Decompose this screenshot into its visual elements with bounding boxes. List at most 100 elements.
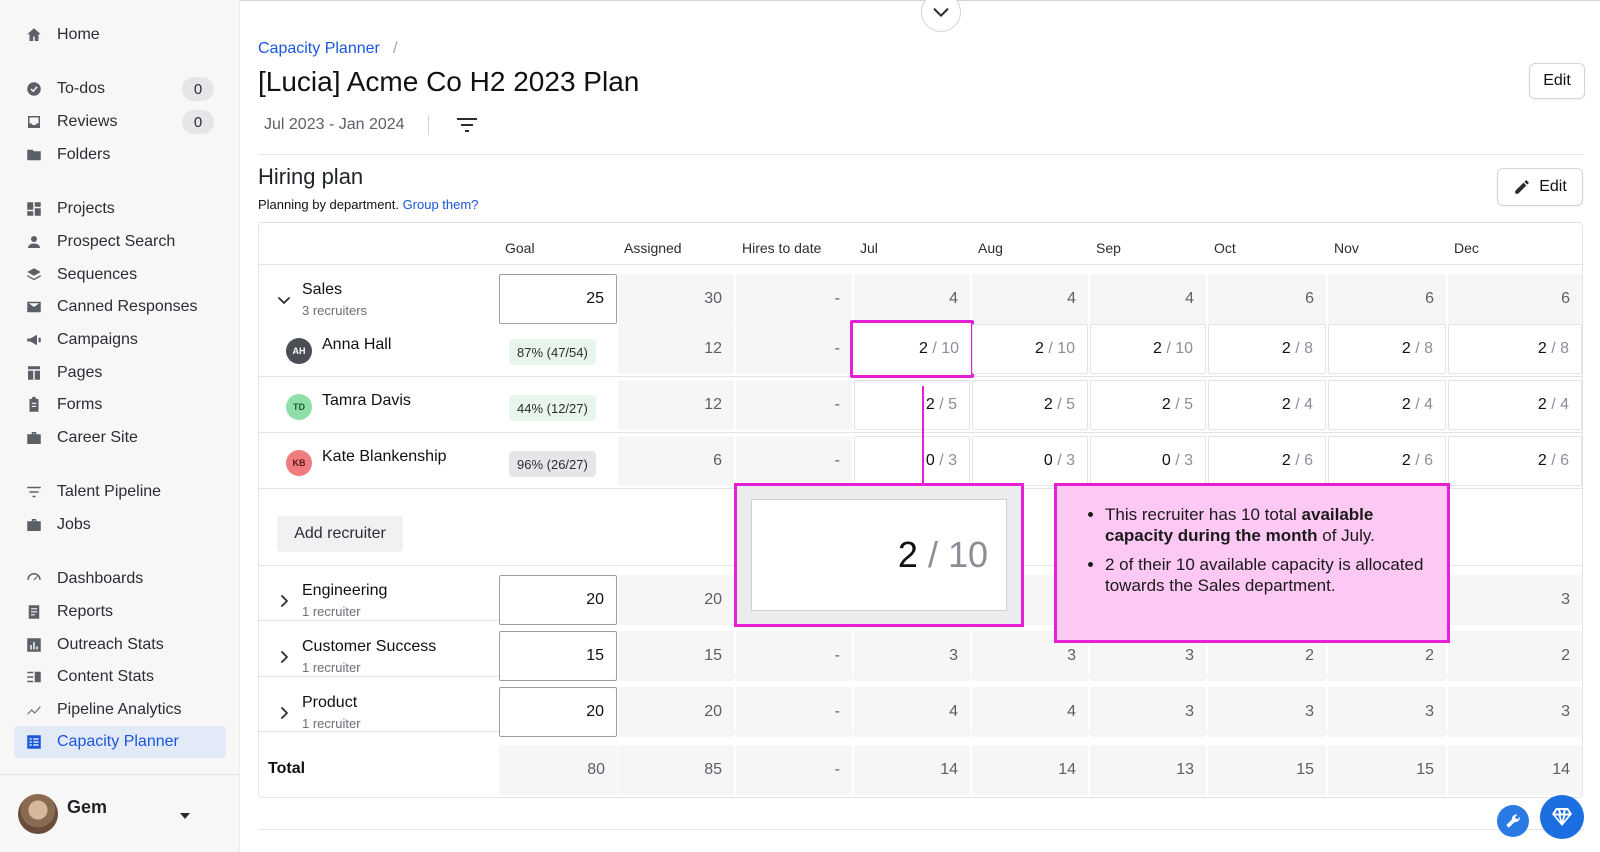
sidebar-item-dashboards[interactable]: Dashboards [14, 563, 226, 595]
month-total-cell: 4 [972, 274, 1088, 324]
callout-bullet-2: 2 of their 10 available capacity is allo… [1105, 554, 1425, 596]
edit-plan-button[interactable]: Edit [1529, 63, 1585, 99]
recruiter-capacity-cell[interactable]: 2 / 4 [1328, 380, 1446, 430]
sidebar-item-to-dos[interactable]: To-dos 0 [14, 73, 226, 105]
sidebar-item-outreach-stats[interactable]: Outreach Stats [14, 629, 226, 661]
recruiter-capacity-cell[interactable]: 0 / 3 [972, 436, 1088, 486]
recruiter-capacity-cell[interactable]: 2 / 10 [1090, 324, 1206, 374]
recruiter-capacity-cell[interactable]: 0 / 3 [1090, 436, 1206, 486]
sidebar-item-label: Dashboards [57, 570, 144, 587]
goal-input[interactable]: 20 [499, 687, 617, 737]
recruiter-capacity-cell[interactable]: 2 / 8 [1448, 324, 1582, 374]
chevron-down-icon[interactable] [276, 292, 292, 308]
recruiter-capacity-cell[interactable]: 2 / 6 [1328, 436, 1446, 486]
hires-to-date-cell: - [736, 631, 852, 681]
sidebar-item-label: Campaigns [57, 331, 138, 348]
sidebar-item-career-site[interactable]: Career Site [14, 422, 226, 454]
recruiter-capacity-cell[interactable]: 2 / 10 [972, 324, 1088, 374]
sidebar-item-content-stats[interactable]: Content Stats [14, 661, 226, 693]
sidebar-item-canned-responses[interactable]: Canned Responses [14, 291, 226, 323]
department-recruiter-count: 1 recruiter [302, 716, 361, 731]
sidebar-item-forms[interactable]: Forms [14, 389, 226, 421]
briefcase-icon [24, 428, 44, 448]
column-header-jul: Jul [860, 240, 878, 256]
gem-assistant-button[interactable] [1540, 795, 1584, 839]
sidebar-item-label: Pages [57, 364, 103, 381]
sidebar-item-sequences[interactable]: Sequences [14, 259, 226, 291]
recruiter-capacity-cell[interactable]: 0 / 3 [854, 436, 970, 486]
sidebar-item-label: Outreach Stats [57, 636, 164, 653]
chevron-right-icon[interactable] [276, 705, 292, 721]
date-range[interactable]: Jul 2023 - Jan 2024 [264, 116, 405, 134]
total-month-cell: 14 [1448, 745, 1582, 795]
sidebar-item-label: Talent Pipeline [57, 483, 162, 500]
sidebar-item-label: Capacity Planner [57, 733, 179, 750]
month-total-cell: 3 [1090, 687, 1206, 737]
recruiter-capacity-cell[interactable]: 2 / 4 [1448, 380, 1582, 430]
recruiter-capacity-cell[interactable]: 2 / 5 [854, 380, 970, 430]
recruiter-capacity-cell[interactable]: 2 / 6 [1208, 436, 1326, 486]
month-total-cell: 3 [854, 631, 970, 681]
sidebar-item-reviews[interactable]: Reviews 0 [14, 106, 226, 138]
column-header-sep: Sep [1096, 240, 1121, 256]
count-badge: 0 [182, 110, 214, 134]
goal-input[interactable]: 20 [499, 575, 617, 625]
add-recruiter-button[interactable]: Add recruiter [277, 516, 403, 552]
filter-icon[interactable] [455, 114, 479, 136]
recruiter-capacity-cell[interactable]: 2 / 5 [1090, 380, 1206, 430]
recruiter-name[interactable]: Anna Hall [322, 336, 391, 354]
sidebar-item-label: Canned Responses [57, 298, 198, 315]
chevron-right-icon[interactable] [276, 593, 292, 609]
edit-hiring-plan-button[interactable]: Edit [1497, 168, 1583, 206]
recruiter-name[interactable]: Kate Blankenship [322, 448, 447, 466]
column-header-dec: Dec [1454, 240, 1479, 256]
month-total-cell: 3 [1448, 687, 1582, 737]
recruiter-capacity-cell[interactable]: 2 / 8 [1208, 324, 1326, 374]
diamond-icon [1552, 808, 1572, 826]
sidebar-item-pages[interactable]: Pages [14, 357, 226, 389]
department-name-customer-success[interactable]: Customer Success [302, 638, 436, 656]
tools-button[interactable] [1497, 805, 1529, 837]
sidebar-item-home[interactable]: Home [14, 19, 226, 51]
department-name-product[interactable]: Product [302, 694, 357, 712]
sidebar-item-talent-pipeline[interactable]: Talent Pipeline [14, 476, 226, 508]
recruiter-capacity-cell[interactable]: 2 / 8 [1328, 324, 1446, 374]
zoom-value: 2 [897, 534, 918, 575]
department-name-engineering[interactable]: Engineering [302, 582, 387, 600]
department-name-sales[interactable]: Sales [302, 281, 342, 299]
sidebar-item-label: Folders [57, 146, 111, 163]
collapse-button[interactable] [921, 0, 961, 32]
sidebar-item-label: Content Stats [57, 668, 154, 685]
goal-input[interactable]: 15 [499, 631, 617, 681]
sidebar-item-label: Sequences [57, 266, 138, 283]
hires-to-date-cell: - [736, 324, 852, 374]
total-label: Total [268, 760, 306, 777]
sidebar-item-capacity-planner[interactable]: Capacity Planner [14, 726, 226, 758]
divider [428, 115, 429, 135]
hires-to-date-cell: - [736, 436, 852, 486]
department-recruiter-count: 3 recruiters [302, 303, 368, 318]
sidebar-item-prospect-search[interactable]: Prospect Search [14, 226, 226, 258]
sidebar-item-pipeline-analytics[interactable]: Pipeline Analytics [14, 694, 226, 726]
recruiter-capacity-cell[interactable]: 2 / 5 [972, 380, 1088, 430]
recruiter-capacity-cell[interactable]: 2 / 6 [1448, 436, 1582, 486]
month-total-cell: 3 [1328, 687, 1446, 737]
column-header-goal: Goal [505, 240, 535, 256]
planner-icon [24, 732, 44, 752]
recruiter-name[interactable]: Tamra Davis [322, 392, 411, 410]
sidebar-item-label: Forms [57, 396, 103, 413]
column-header-nov: Nov [1334, 240, 1359, 256]
user-menu[interactable]: Gem [0, 774, 239, 852]
recruiter-capacity-cell[interactable]: 2 / 4 [1208, 380, 1326, 430]
sidebar-item-reports[interactable]: Reports [14, 596, 226, 628]
sidebar-item-projects[interactable]: Projects [14, 193, 226, 225]
group-link[interactable]: Group them? [403, 197, 479, 212]
sidebar-item-jobs[interactable]: Jobs [14, 509, 226, 541]
goal-input[interactable]: 25 [499, 274, 617, 324]
sidebar-item-campaigns[interactable]: Campaigns [14, 324, 226, 356]
sidebar-item-label: Pipeline Analytics [57, 701, 182, 718]
recruiter-capacity-cell[interactable]: 2 / 10 [850, 320, 974, 378]
breadcrumb[interactable]: Capacity Planner [258, 40, 380, 58]
sidebar-item-folders[interactable]: Folders [14, 139, 226, 171]
chevron-right-icon[interactable] [276, 649, 292, 665]
